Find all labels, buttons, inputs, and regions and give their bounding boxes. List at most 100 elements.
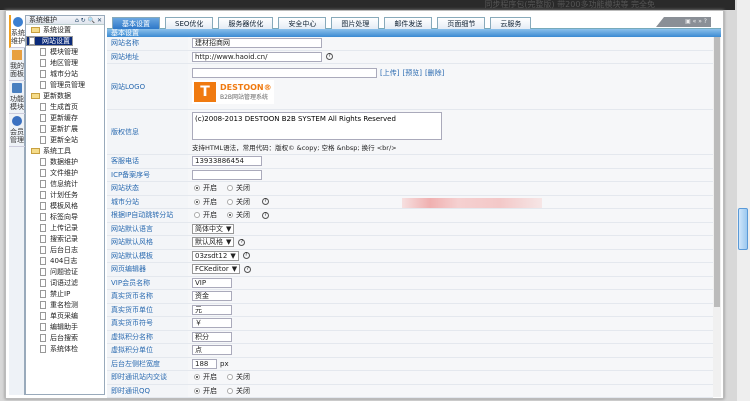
editor-select[interactable]: FCKeditor ▼: [192, 264, 241, 275]
tree-item[interactable]: 数据维护: [26, 157, 104, 168]
select-value: FCKeditor: [195, 265, 229, 274]
tree-item[interactable]: 重名检测: [26, 300, 104, 311]
tree-item[interactable]: 城市分站: [26, 69, 104, 80]
help-icon[interactable]: ?: [326, 53, 333, 61]
credit-name-input[interactable]: [192, 331, 232, 342]
vtab-panel[interactable]: 我的面板: [9, 48, 25, 81]
tab-server[interactable]: 服务器优化: [218, 17, 274, 29]
tree-item[interactable]: 标签向导: [26, 212, 104, 223]
tree-item[interactable]: 问题验证: [26, 267, 104, 278]
chat-off-radio[interactable]: [227, 374, 233, 381]
tree-group[interactable]: 更新数据: [26, 91, 104, 102]
help-icon[interactable]: ?: [244, 265, 252, 273]
tree-group[interactable]: 系统设置: [26, 25, 104, 36]
tree-item[interactable]: 信息统计: [26, 179, 104, 190]
tree-item[interactable]: 后台日志: [26, 245, 104, 256]
window-tools[interactable]: ▣ « » ?: [656, 17, 711, 27]
upload-link[interactable]: [上传]: [380, 69, 399, 77]
help-icon[interactable]: ?: [262, 211, 269, 219]
tree-item[interactable]: 管理员管理: [26, 80, 104, 91]
tab-security[interactable]: 安全中心: [278, 17, 327, 29]
ip-off-radio[interactable]: [227, 212, 233, 219]
page-icon: [40, 59, 46, 67]
money-sign-input[interactable]: [192, 318, 232, 329]
icp-input[interactable]: [192, 169, 262, 180]
chat-on-radio[interactable]: [194, 374, 200, 381]
label: 根据IP自动跳转分站: [107, 209, 188, 222]
city-off-radio[interactable]: [227, 198, 233, 205]
tab-seo[interactable]: SEO优化: [165, 17, 214, 29]
tree-item[interactable]: 更新缓存: [26, 113, 104, 124]
item-label: 上传记录: [50, 224, 78, 232]
site-name-input[interactable]: [192, 38, 322, 49]
copyright-textarea[interactable]: (c)2008-2013 DESTOON B2B SYSTEM All Righ…: [192, 112, 442, 140]
chevron-down-icon: ▼: [231, 265, 238, 274]
vtab-label: 我的面板: [10, 62, 24, 78]
page-icon: [40, 103, 46, 111]
label: 真实货币名称: [107, 290, 188, 303]
tree-item[interactable]: 词语过滤: [26, 278, 104, 289]
style-select[interactable]: 默认风格 ▼: [192, 237, 235, 248]
label: 网站名称: [107, 37, 188, 50]
tree-item[interactable]: 计划任务: [26, 190, 104, 201]
delete-link[interactable]: [删除]: [425, 69, 444, 77]
tab-page[interactable]: 页面细节: [437, 17, 486, 29]
tree-item[interactable]: 地区管理: [26, 58, 104, 69]
tree-item[interactable]: 后台搜索: [26, 333, 104, 344]
tree-item[interactable]: 上传记录: [26, 223, 104, 234]
radio-label: 开启: [203, 211, 217, 220]
row-credit-name: 虚拟积分名称: [107, 330, 713, 344]
scroll-thumb[interactable]: [714, 37, 720, 307]
tree-item[interactable]: 禁止IP: [26, 289, 104, 300]
tree-item[interactable]: 模板风格: [26, 201, 104, 212]
tree-item[interactable]: 404日志: [26, 256, 104, 267]
help-icon[interactable]: ?: [242, 252, 250, 260]
preview-link[interactable]: [预览]: [402, 69, 421, 77]
money-unit-input[interactable]: [192, 304, 232, 315]
radio-label: 开启: [203, 373, 217, 382]
page-icon: [40, 169, 46, 177]
item-label: 模块管理: [50, 48, 78, 56]
vip-input[interactable]: [192, 277, 232, 288]
tree-item[interactable]: 系统体检: [26, 344, 104, 355]
tree-item[interactable]: 文件维护: [26, 168, 104, 179]
qq-off-radio[interactable]: [227, 387, 233, 394]
tab-basic[interactable]: 基本设置: [112, 17, 160, 29]
tree-item[interactable]: 搜索记录: [26, 234, 104, 245]
page-scroll-thumb[interactable]: [738, 208, 748, 250]
item-label: 更新扩展: [50, 125, 78, 133]
tab-image[interactable]: 图片处理: [331, 17, 380, 29]
vtab-modules[interactable]: 功能模块: [9, 81, 25, 114]
help-icon[interactable]: ?: [238, 238, 246, 246]
main-scrollbar[interactable]: [713, 37, 721, 397]
row-credit-unit: 虚拟积分单位: [107, 344, 713, 358]
logo-input[interactable]: [192, 67, 377, 78]
tree-item[interactable]: 单页采编: [26, 311, 104, 322]
phone-input[interactable]: [192, 156, 262, 167]
vtab-system[interactable]: 系统维护: [9, 15, 25, 48]
tab-cloud[interactable]: 云服务: [490, 17, 532, 29]
city-on-radio[interactable]: [194, 198, 200, 205]
status-on-radio[interactable]: [194, 185, 200, 192]
tree-item[interactable]: 更新扩展: [26, 124, 104, 135]
language-select[interactable]: 简体中文 ▼: [192, 223, 235, 234]
tree-tools[interactable]: ⌂ ↻ 🔍 ✕: [75, 16, 104, 25]
money-name-input[interactable]: [192, 291, 232, 302]
ip-on-radio[interactable]: [194, 212, 200, 219]
tree-item[interactable]: 更新全站: [26, 135, 104, 146]
sidebar-width-input[interactable]: [192, 358, 217, 369]
help-icon[interactable]: ?: [262, 198, 269, 206]
template-select[interactable]: 03zsdt12 ▼: [192, 250, 239, 261]
page-scrollbar[interactable]: [737, 0, 750, 401]
tab-mail[interactable]: 邮件发送: [384, 17, 433, 29]
qq-on-radio[interactable]: [194, 387, 200, 394]
tree-group[interactable]: 系统工具: [26, 146, 104, 157]
status-off-radio[interactable]: [227, 185, 233, 192]
tree-item[interactable]: 生成首页: [26, 102, 104, 113]
tree-item[interactable]: 网站设置: [26, 36, 73, 46]
tree-item[interactable]: 模块管理: [26, 47, 104, 58]
site-url-input[interactable]: [192, 51, 322, 62]
credit-unit-input[interactable]: [192, 345, 232, 356]
tree-item[interactable]: 编辑助手: [26, 322, 104, 333]
vtab-members[interactable]: 会员管理: [9, 114, 25, 147]
